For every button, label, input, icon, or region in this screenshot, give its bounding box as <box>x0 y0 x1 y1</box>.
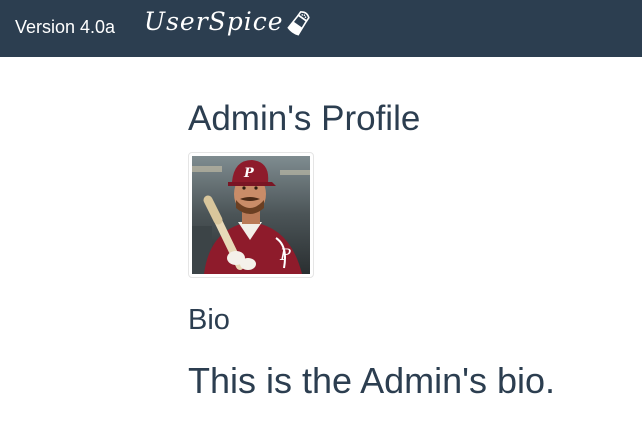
profile-content: Admin's Profile P P Bio This is the Admi… <box>188 96 628 401</box>
bio-text: This is the Admin's bio. <box>188 360 556 401</box>
brand-logo-link[interactable]: UserSpice <box>144 2 311 42</box>
salt-shaker-icon <box>286 9 311 37</box>
bio-heading: Bio <box>188 304 230 336</box>
svg-text:P: P <box>279 245 291 264</box>
top-navbar: Version 4.0a UserSpice <box>0 0 642 57</box>
user-avatar-photo: P P <box>192 156 310 274</box>
brand-logo-text: UserSpice <box>144 7 284 36</box>
version-link[interactable]: Version 4.0a <box>15 16 115 38</box>
page-title: Admin's Profile <box>188 99 421 138</box>
svg-text:P: P <box>243 166 255 181</box>
avatar-thumbnail: P P <box>188 152 314 278</box>
